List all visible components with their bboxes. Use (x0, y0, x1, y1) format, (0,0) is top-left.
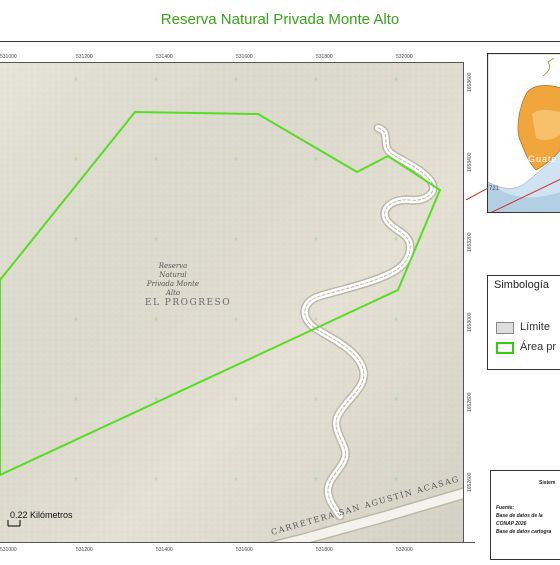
x-tick-label: 532000 (396, 54, 413, 60)
source-label: Fuente: (496, 505, 515, 511)
legend-swatch (496, 342, 514, 354)
legend: Simbología Límite Área pr (487, 275, 560, 370)
source-line: CONAP 2026 (496, 521, 527, 527)
x-tick-label: 531800 (316, 54, 333, 60)
x-tick-label: 531600 (236, 547, 253, 553)
x-tick-label: 532000 (396, 547, 413, 553)
y-tick-label: 1653600 (467, 72, 473, 92)
map-canvas: Reserva Natural Privada Monte Alto EL PR… (0, 50, 477, 565)
top-ruler: 531000 531200 531400 531600 531800 53200… (0, 50, 475, 63)
legend-item-area: Área pr (496, 341, 560, 356)
title-bar: Reserva Natural Privada Monte Alto (0, 0, 560, 42)
y-tick-label: 1652800 (467, 392, 473, 412)
main-map[interactable]: Reserva Natural Privada Monte Alto EL PR… (0, 50, 477, 565)
x-tick-label: 531200 (76, 54, 93, 60)
x-tick-label: 531400 (156, 54, 173, 60)
inset-canvas: Guate 721 (488, 54, 560, 212)
locator-line (466, 188, 488, 200)
scale-label: 0.22 Kilómetros (10, 510, 73, 520)
map-title: Reserva Natural Privada Monte Alto (160, 11, 400, 28)
y-tick-label: 1653200 (467, 232, 473, 252)
source-box: Sistem Fuente: Base de datos de la CONAP… (490, 470, 560, 560)
x-tick-label: 531600 (236, 54, 253, 60)
legend-label: Límite (520, 321, 550, 333)
legend-title: Simbología (494, 279, 550, 291)
source-line: Base de datos cartogra (496, 529, 552, 535)
reserve-label-line: Alto (165, 289, 180, 297)
bottom-ruler: 531000 531200 531400 531600 531800 53200… (0, 542, 475, 561)
y-tick-label: 1652600 (467, 472, 473, 492)
inset-country-label: Guate (528, 154, 558, 164)
source-line: Base de datos de la (496, 513, 543, 519)
legend-swatch (496, 322, 514, 334)
reserve-label-line: Reserva (158, 262, 188, 270)
right-ruler: 1653600 1653400 1653200 1653000 1652800 … (463, 62, 476, 542)
reserve-label-line: Privada Monte (146, 280, 199, 288)
y-tick-label: 1653400 (467, 152, 473, 172)
y-tick-label: 1653000 (467, 312, 473, 332)
x-tick-label: 531000 (0, 54, 17, 60)
x-tick-label: 531000 (0, 547, 17, 553)
reserve-label-line: Natural (158, 271, 186, 279)
source-heading: Sistem (539, 480, 556, 486)
inset-number-label: 721 (489, 186, 500, 192)
legend-item-limite: Límite (496, 321, 560, 336)
inset-map[interactable]: Guate 721 (487, 53, 560, 213)
legend-label: Área pr (520, 341, 557, 353)
department-label: EL PROGRESO (145, 298, 231, 308)
x-tick-label: 531400 (156, 547, 173, 553)
x-tick-label: 531800 (316, 547, 333, 553)
x-tick-label: 531200 (76, 547, 93, 553)
